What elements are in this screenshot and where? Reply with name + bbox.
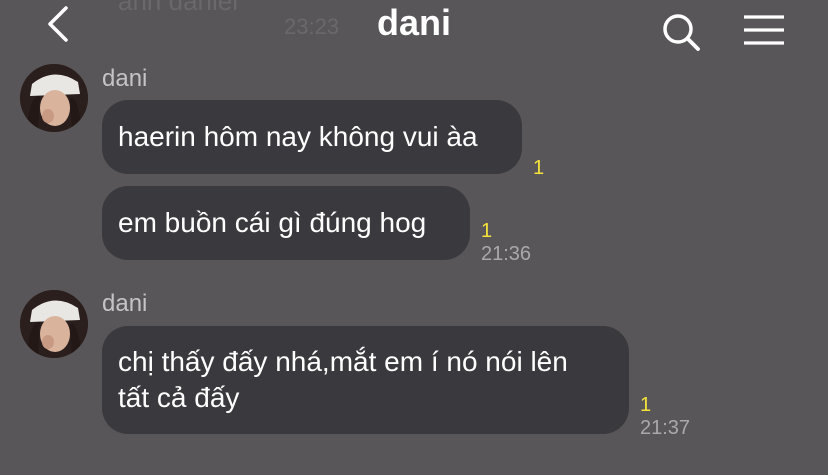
message-text: haerin hôm nay không vui àa	[118, 121, 478, 152]
avatar[interactable]	[20, 64, 88, 132]
sender-name: dani	[102, 65, 148, 92]
sender-name: dani	[102, 290, 148, 317]
message-bubble[interactable]: em buồn cái gì đúng hog	[102, 186, 470, 260]
unread-count: 1	[533, 157, 545, 179]
message-timestamp: 21:36	[481, 243, 532, 265]
hamburger-menu-icon	[744, 15, 784, 45]
message-bubble[interactable]: chị thấy đấy nhá,mắt em í nó nói lên tất…	[102, 326, 629, 434]
menu-button[interactable]	[742, 14, 786, 46]
message-bubble[interactable]: haerin hôm nay không vui àa	[102, 100, 522, 174]
avatar-photo	[20, 64, 88, 132]
chat-title: dani	[376, 2, 451, 43]
message-text-line: chị thấy đấy nhá,mắt em í nó nói lên	[118, 346, 568, 377]
avatar-photo	[20, 290, 88, 358]
message-text-line: tất cả đấy	[118, 382, 240, 413]
search-button[interactable]	[660, 10, 702, 52]
message-timestamp: 21:37	[640, 417, 691, 439]
avatar[interactable]	[20, 290, 88, 358]
unread-count: 1	[481, 220, 493, 242]
unread-count: 1	[640, 394, 652, 416]
message-text: em buồn cái gì đúng hog	[118, 207, 427, 238]
search-icon	[663, 14, 700, 51]
